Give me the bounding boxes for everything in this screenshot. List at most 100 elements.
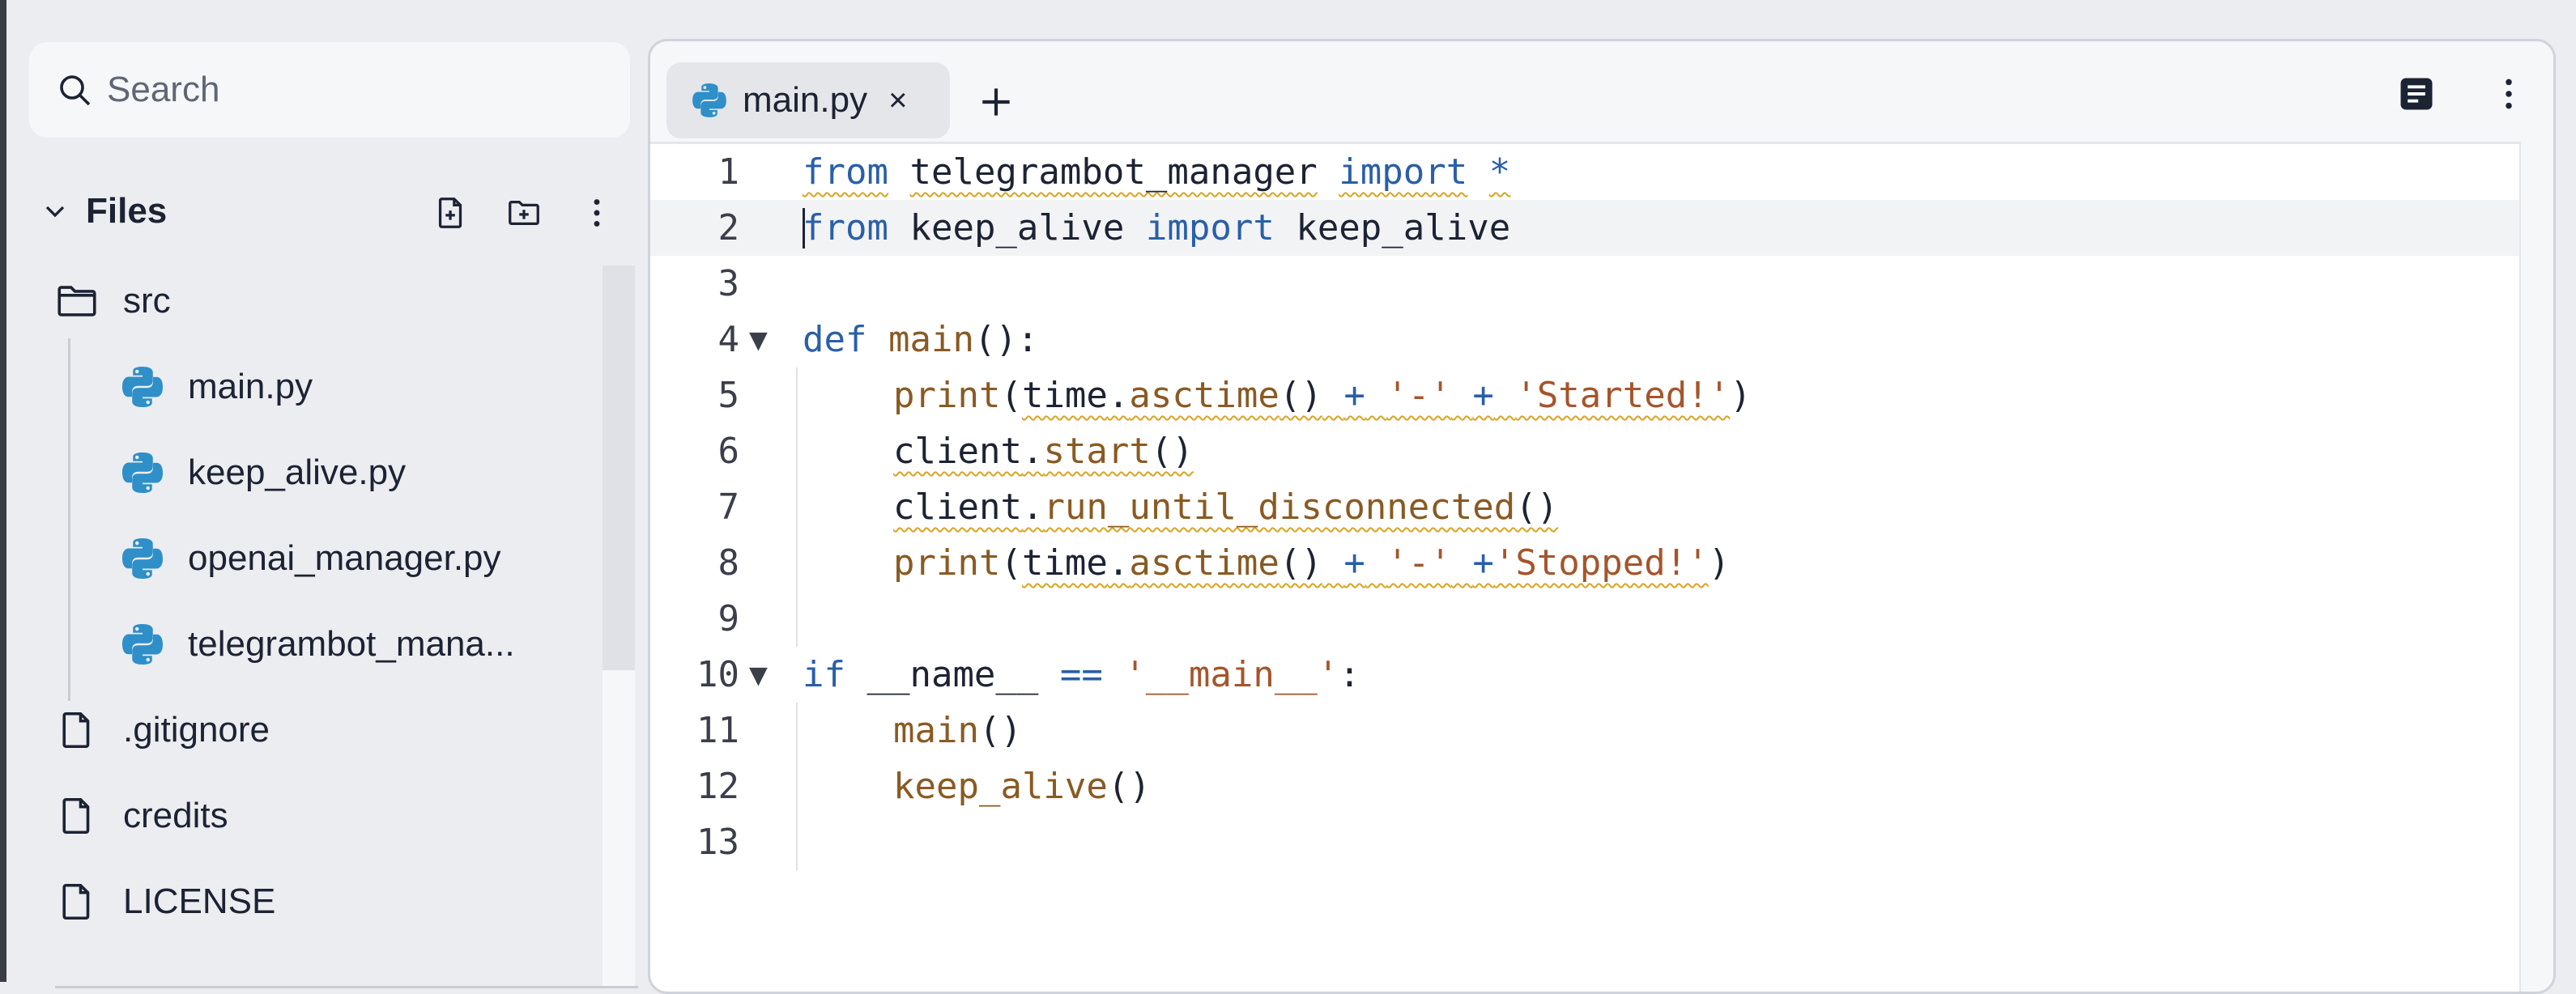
indent-guide (796, 367, 798, 423)
code-line: 7 client.run_until_disconnected() (650, 479, 2521, 535)
top-strip (6, 0, 2576, 16)
sidebar-divider (55, 986, 638, 988)
code-line: 12 keep_alive() (650, 758, 2521, 814)
code-line-active: 2 from keep_alive import keep_alive (650, 200, 2521, 256)
editor-more-button[interactable] (2484, 69, 2534, 119)
line-number: 9 (717, 598, 740, 639)
tree-item-label: .gitignore (123, 710, 270, 750)
code-text: if __name__ == '__main__': (803, 654, 1360, 695)
line-number: 3 (717, 263, 740, 304)
chevron-down-icon[interactable] (39, 195, 71, 227)
line-number: 2 (717, 207, 740, 248)
code-line: 1 from telegrambot_manager import * (650, 144, 2521, 200)
code-text: def main(): (803, 319, 1039, 360)
indent-guide (796, 703, 798, 758)
file-icon (62, 883, 90, 920)
tree-item-label: telegrambot_mana... (188, 624, 515, 664)
tree-item-openai-manager-py[interactable]: openai_manager.py (29, 518, 604, 599)
tree-item-keep-alive-py[interactable]: keep_alive.py (29, 432, 604, 513)
line-number: 7 (717, 486, 740, 528)
tree-item-gitignore[interactable]: .gitignore (29, 690, 604, 771)
tree-item-label: LICENSE (123, 881, 276, 921)
code-text: client.start() (893, 431, 1194, 472)
python-icon (122, 452, 163, 493)
indent-guide (796, 535, 798, 591)
line-number: 10 (696, 654, 739, 695)
python-icon (692, 83, 726, 117)
search-input[interactable] (105, 69, 594, 111)
tree-item-label: src (123, 281, 171, 321)
python-icon (122, 538, 163, 579)
code-line: 13 (650, 814, 2521, 870)
code-text: keep_alive() (893, 766, 1151, 807)
tree-item-credits[interactable]: credits (29, 775, 604, 856)
indent-guide (796, 814, 798, 870)
code-text: from keep_alive import keep_alive (803, 207, 1511, 248)
code-text: print(time.asctime() + '-' + 'Started!') (893, 375, 1752, 416)
tree-item-label: main.py (188, 367, 313, 406)
code-line: 3 (650, 256, 2521, 312)
code-area[interactable]: 1 from telegrambot_manager import * 2 fr… (650, 144, 2521, 992)
document-outline-icon (2400, 78, 2433, 110)
files-title: Files (86, 191, 168, 231)
tab-bar: main.py × (650, 41, 2553, 144)
files-more-button[interactable] (572, 188, 622, 238)
text-cursor (803, 208, 805, 248)
indent-guide (796, 591, 798, 647)
fold-toggle[interactable]: ▼ (749, 312, 768, 367)
tab-label: main.py (743, 80, 868, 120)
files-header[interactable]: Files (29, 176, 630, 246)
indent-guide (796, 479, 798, 535)
new-folder-button[interactable] (499, 188, 549, 238)
fold-toggle[interactable]: ▼ (749, 647, 768, 703)
editor-scrollbar[interactable] (2519, 142, 2553, 992)
plus-icon (982, 88, 1010, 116)
search-box[interactable] (29, 42, 630, 138)
indent-guide (796, 423, 798, 479)
code-line: 9 (650, 591, 2521, 647)
search-icon (60, 75, 91, 106)
line-number: 6 (717, 431, 740, 472)
line-number: 1 (717, 151, 740, 193)
code-line: 6 client.start() (650, 423, 2521, 479)
new-folder-icon (509, 200, 539, 226)
tree-item-label: keep_alive.py (188, 452, 407, 492)
new-file-icon (438, 198, 462, 228)
new-tab-button[interactable] (968, 74, 1024, 130)
tree-item-main-py[interactable]: main.py (29, 346, 604, 427)
code-text: from telegrambot_manager import * (803, 151, 1511, 193)
tree-item-label: credits (123, 796, 228, 835)
line-number: 12 (696, 766, 739, 807)
file-icon (62, 712, 90, 749)
line-number: 8 (717, 542, 740, 584)
code-line: 4 ▼ def main(): (650, 312, 2521, 367)
python-icon (122, 624, 163, 665)
outline-button[interactable] (2391, 69, 2442, 119)
code-editor-pane: main.py × 1 from telegrambot_manager imp… (648, 39, 2556, 994)
line-number: 13 (696, 822, 739, 863)
file-icon (62, 797, 90, 835)
code-text: print(time.asctime() + '-' +'Stopped!') (893, 542, 1731, 584)
window-left-border (0, 0, 6, 982)
code-line: 8 print(time.asctime() + '-' +'Stopped!'… (650, 535, 2521, 591)
tree-item-license[interactable]: LICENSE (29, 861, 604, 942)
file-sidebar: Files (6, 16, 638, 988)
code-text: main() (893, 710, 1022, 751)
more-vertical-icon (2506, 79, 2512, 109)
indent-guide (796, 758, 798, 814)
code-line: 11 main() (650, 703, 2521, 758)
line-number: 4 (717, 319, 740, 360)
code-text: client.run_until_disconnected() (893, 486, 1559, 528)
tab-main-py[interactable]: main.py × (666, 62, 950, 138)
tree-item-label: openai_manager.py (188, 538, 501, 578)
tree-item-telegrambot-manager-py[interactable]: telegrambot_mana... (29, 604, 604, 685)
python-icon (122, 367, 163, 407)
line-number: 5 (717, 375, 740, 416)
file-tree: src main.py keep_alive.py openai_manager… (29, 261, 630, 981)
more-vertical-icon (594, 199, 600, 227)
line-number: 11 (696, 710, 739, 751)
code-line: 5 print(time.asctime() + '-' + 'Started!… (650, 367, 2521, 423)
new-file-button[interactable] (426, 188, 476, 238)
close-tab-button[interactable]: × (888, 83, 907, 119)
tree-item-src[interactable]: src (29, 261, 604, 342)
